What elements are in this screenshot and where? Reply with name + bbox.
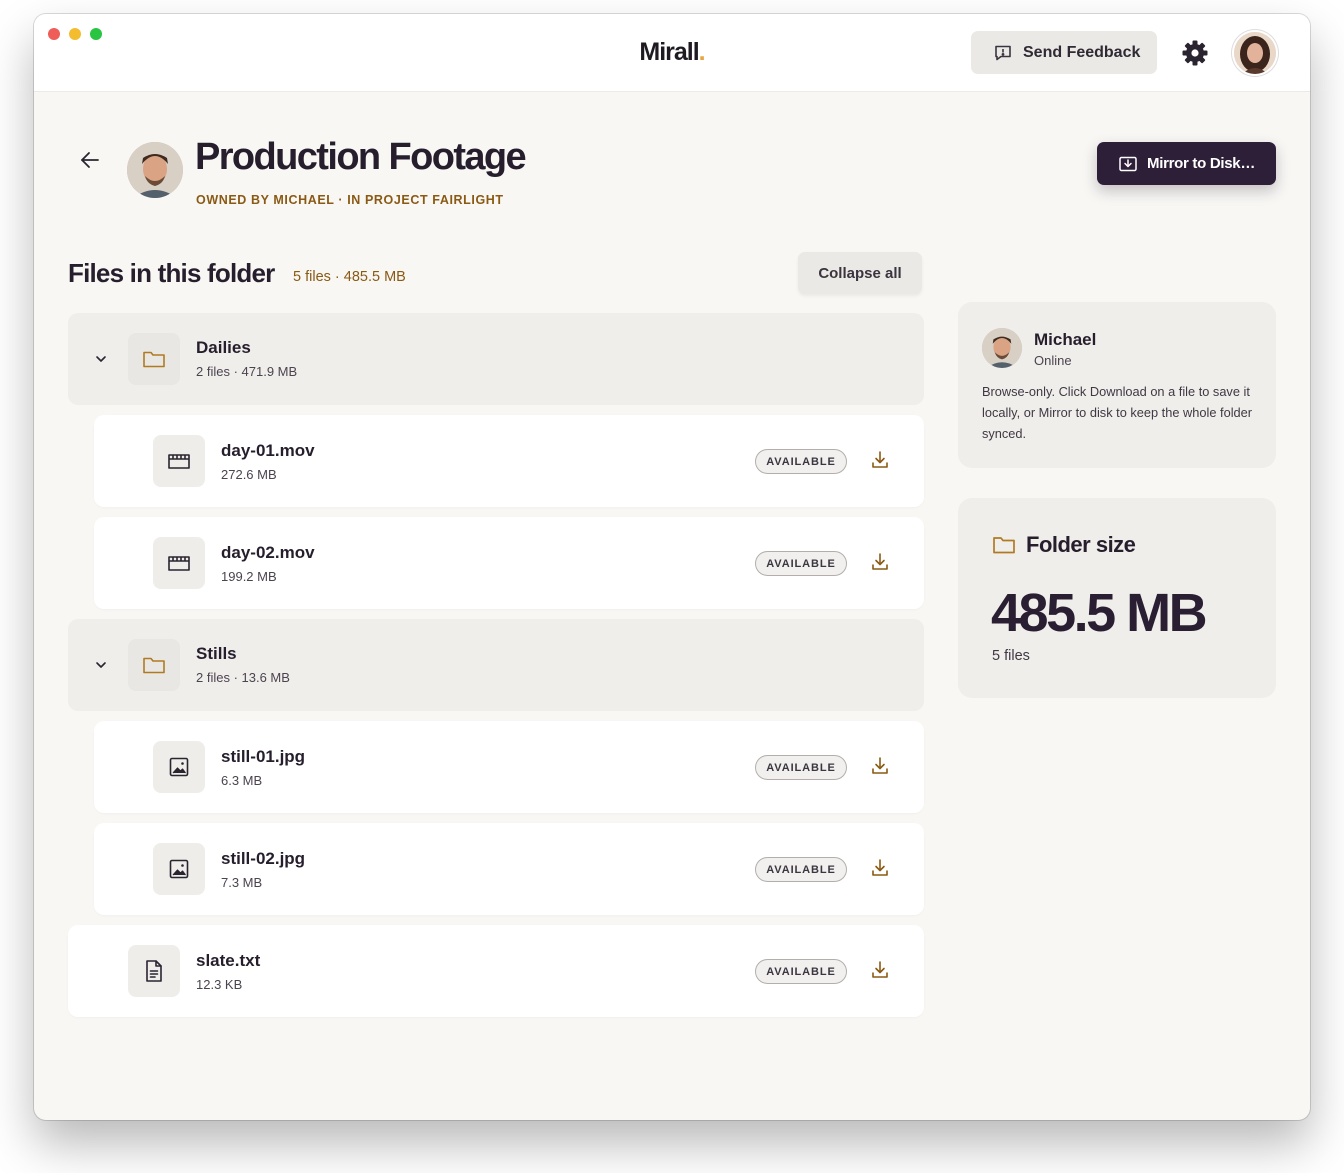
file-row-day-02[interactable]: day-02.mov 199.2 MB AVAILABLE — [94, 517, 924, 609]
presence-status: Online — [1034, 353, 1072, 368]
avatar-image-icon — [1234, 32, 1276, 74]
video-icon — [168, 556, 190, 571]
owner-avatar — [127, 142, 183, 198]
chevron-down-icon[interactable] — [94, 352, 108, 366]
file-size: 6.3 MB — [221, 773, 263, 788]
file-name: still-01.jpg — [221, 747, 306, 766]
file-tile — [153, 435, 205, 487]
folder-name: Stills — [196, 644, 237, 663]
download-icon[interactable] — [870, 552, 890, 572]
download-icon[interactable] — [870, 858, 890, 878]
folder-meta: 2 files · 13.6 MB — [196, 670, 290, 685]
send-feedback-button[interactable]: Send Feedback — [971, 31, 1157, 74]
folder-tile — [128, 333, 180, 385]
mirror-to-disk-button[interactable]: Mirror to Disk… — [1097, 142, 1276, 185]
video-icon — [168, 454, 190, 469]
presence-card: Michael Online Browse-only. Click Downlo… — [958, 302, 1276, 468]
gear-icon[interactable] — [1181, 39, 1209, 67]
page-subtitle: OWNED BY MICHAEL · IN PROJECT FAIRLIGHT — [196, 193, 504, 207]
owner-photo-icon — [127, 142, 183, 198]
text-file-icon — [146, 960, 162, 982]
folder-size-value: 485.5 MB — [991, 583, 1208, 643]
file-name: still-02.jpg — [221, 849, 306, 868]
folder-row-dailies[interactable]: Dailies 2 files · 471.9 MB — [68, 313, 924, 405]
download-icon[interactable] — [870, 450, 890, 470]
file-row-still-02[interactable]: still-02.jpg 7.3 MB AVAILABLE — [94, 823, 924, 915]
download-icon[interactable] — [870, 960, 890, 980]
app-window: Mirall. Send Feedback Production Footage… — [34, 14, 1310, 1120]
file-row-slate[interactable]: slate.txt 12.3 KB AVAILABLE — [68, 925, 924, 1017]
folder-meta: 2 files · 471.9 MB — [196, 364, 298, 379]
presence-avatar — [982, 328, 1022, 368]
status-badge: AVAILABLE — [755, 449, 847, 474]
image-icon — [169, 859, 189, 879]
file-tile — [153, 537, 205, 589]
file-row-day-01[interactable]: day-01.mov 272.6 MB AVAILABLE — [94, 415, 924, 507]
presence-help-text: Browse-only. Click Download on a file to… — [982, 384, 1253, 441]
download-icon[interactable] — [870, 756, 890, 776]
status-badge: AVAILABLE — [755, 959, 847, 984]
folder-name: Dailies — [196, 338, 251, 357]
mirror-download-icon — [1119, 156, 1137, 171]
back-arrow-icon[interactable] — [78, 148, 102, 172]
status-badge: AVAILABLE — [755, 551, 847, 576]
files-section-meta: 5 files · 485.5 MB — [293, 269, 406, 285]
folder-size-file-count: 5 files — [992, 648, 1030, 664]
file-tile — [153, 843, 205, 895]
folder-size-title: Folder size — [1026, 532, 1136, 557]
send-feedback-label: Send Feedback — [1023, 43, 1141, 61]
presence-photo-icon — [982, 328, 1022, 368]
folder-tile — [128, 639, 180, 691]
file-size: 199.2 MB — [221, 569, 277, 584]
mirror-to-disk-label: Mirror to Disk… — [1147, 155, 1256, 172]
files-section-title: Files in this folder — [68, 258, 275, 288]
collapse-all-button[interactable]: Collapse all — [798, 252, 922, 294]
page-title: Production Footage — [195, 136, 527, 178]
folder-row-stills[interactable]: Stills 2 files · 13.6 MB — [68, 619, 924, 711]
file-name: slate.txt — [196, 951, 261, 970]
feedback-icon — [995, 45, 1011, 60]
file-tile — [128, 945, 180, 997]
presence-name: Michael — [1034, 330, 1097, 349]
file-size: 12.3 KB — [196, 977, 243, 992]
folder-icon — [143, 657, 165, 674]
image-icon — [169, 757, 189, 777]
title-bar: Mirall. Send Feedback — [34, 14, 1310, 92]
file-size: 272.6 MB — [221, 467, 277, 482]
file-row-still-01[interactable]: still-01.jpg 6.3 MB AVAILABLE — [94, 721, 924, 813]
file-size: 7.3 MB — [221, 875, 263, 890]
status-badge: AVAILABLE — [755, 755, 847, 780]
file-name: day-02.mov — [221, 543, 315, 562]
chevron-down-icon[interactable] — [94, 658, 108, 672]
file-name: day-01.mov — [221, 441, 315, 460]
folder-icon — [143, 351, 165, 368]
folder-size-card: Folder size 485.5 MB 5 files — [958, 498, 1276, 698]
folder-icon — [993, 537, 1015, 554]
file-tile — [153, 741, 205, 793]
status-badge: AVAILABLE — [755, 857, 847, 882]
user-avatar[interactable] — [1234, 32, 1276, 74]
